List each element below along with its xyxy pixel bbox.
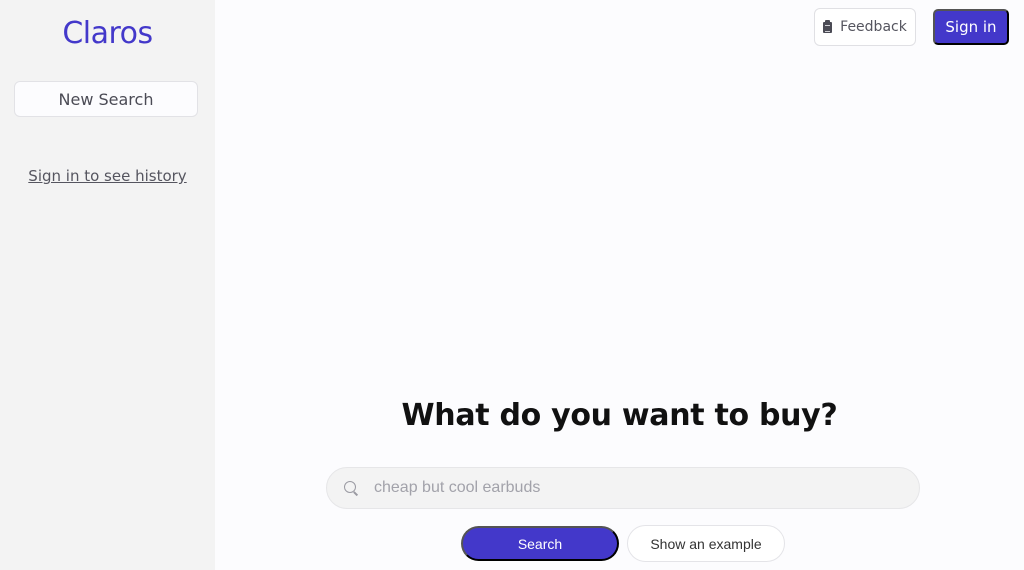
clipboard-icon (823, 19, 833, 33)
sign-in-button[interactable]: Sign in (933, 9, 1009, 45)
page-title: What do you want to buy? (401, 398, 838, 433)
sidebar: Claros New Search Sign in to see history (0, 0, 215, 570)
feedback-label: Feedback (840, 19, 907, 35)
sign-in-history-link[interactable]: Sign in to see history (0, 167, 215, 185)
show-example-button[interactable]: Show an example (627, 525, 785, 562)
brand-logo[interactable]: Claros (0, 16, 215, 51)
search-bar (326, 467, 920, 509)
search-button[interactable]: Search (461, 526, 619, 561)
search-input[interactable] (374, 479, 894, 497)
search-icon (343, 480, 359, 496)
new-search-button[interactable]: New Search (14, 81, 198, 117)
feedback-button[interactable]: Feedback (814, 8, 916, 46)
